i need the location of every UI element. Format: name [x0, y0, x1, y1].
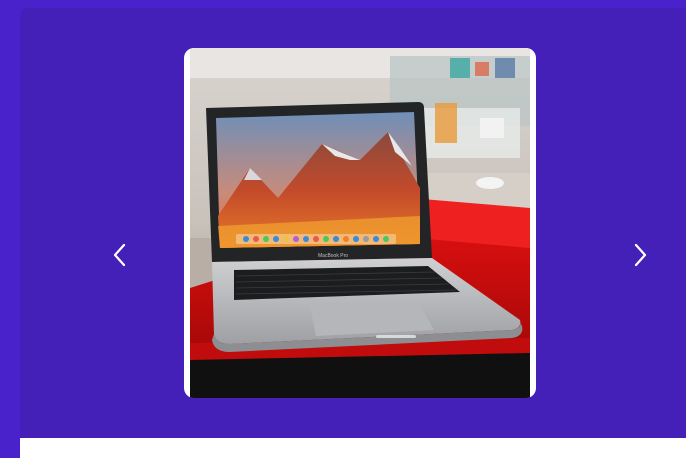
- carousel-prev-button[interactable]: [107, 240, 133, 270]
- carousel-card: MacBook Pro: [20, 8, 686, 438]
- screen-brand-label: MacBook Pro: [318, 253, 348, 259]
- carousel-next-button[interactable]: [627, 240, 653, 270]
- chevron-right-icon: [634, 243, 647, 267]
- chevron-left-icon: [113, 243, 126, 267]
- laptop-photo: MacBook Pro: [190, 48, 530, 398]
- carousel-slide[interactable]: MacBook Pro: [184, 48, 536, 398]
- content-panel: [20, 438, 686, 458]
